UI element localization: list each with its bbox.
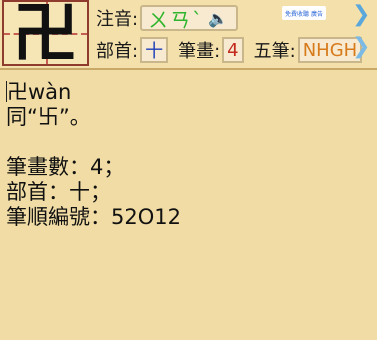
zhuyin-value-box[interactable]: ㄨㄢˋ 🔈 [140, 5, 238, 32]
radical-value[interactable]: 十 [140, 37, 169, 63]
chevron-right-icon-secondary[interactable]: ❯ [352, 34, 370, 59]
definition-stroke-count: 筆畫數：4； [6, 155, 125, 179]
definition-radical: 部首：十； [6, 180, 111, 204]
zhuyin-value: ㄨㄢˋ [148, 7, 205, 32]
character-glyph: 卍 [12, 0, 79, 66]
entry-header: 卍 注音: ㄨㄢˋ 🔈 免費收聽 廣告 ❯ 部首: 十 筆畫: 4 五筆: NH… [0, 0, 377, 70]
radical-label: 部首: [96, 41, 139, 62]
definition-entry-line: 卍wàn [6, 80, 371, 105]
chevron-right-icon[interactable]: ❯ [352, 2, 370, 27]
definition-variant: 同“卐”。 [6, 105, 91, 129]
definition-entry: 卍wàn [7, 80, 72, 104]
character-grid-box: 卍 [2, 0, 89, 66]
info-row: 部首: 十 筆畫: 4 五筆: NHGH [96, 36, 363, 64]
wubi-label: 五筆: [253, 41, 296, 62]
definition-stroke-order: 筆順編號：52O12 [6, 205, 181, 229]
strokes-label: 筆畫: [178, 41, 221, 62]
pronunciation-row: 注音: ㄨㄢˋ 🔈 [96, 4, 238, 32]
definition-text: 卍wàn 同“卐”。 筆畫數：4； 部首：十； 筆順編號：52O12 [6, 80, 371, 340]
ad-chip[interactable]: 免費收聽 廣告 [282, 6, 326, 20]
strokes-value[interactable]: 4 [222, 37, 244, 63]
speaker-icon[interactable]: 🔈 [208, 9, 230, 28]
zhuyin-label: 注音: [96, 9, 139, 30]
